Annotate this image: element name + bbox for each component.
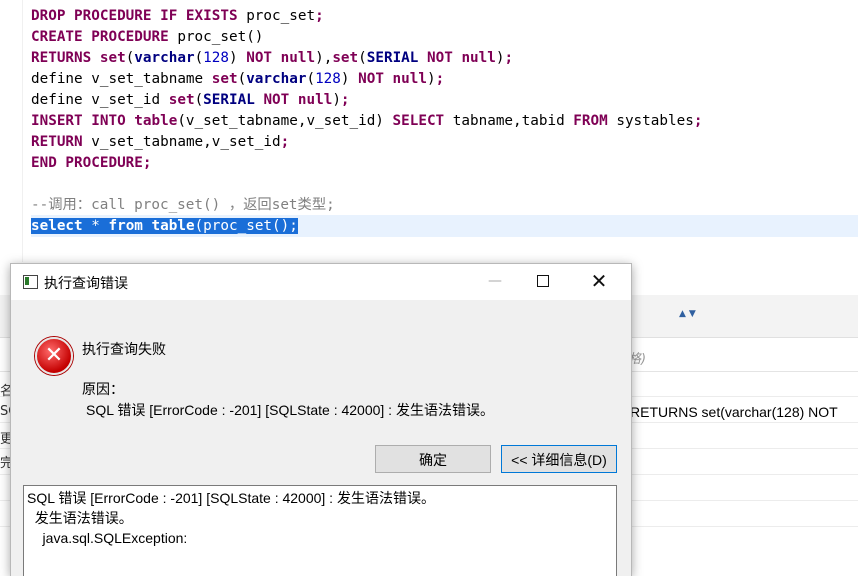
details-toggle-button[interactable]: << 详细信息(D) bbox=[501, 445, 617, 473]
maximize-icon bbox=[537, 275, 549, 287]
ok-button[interactable]: 确定 bbox=[375, 445, 491, 473]
code-token: ; bbox=[142, 155, 152, 171]
code-token: SERIAL bbox=[366, 50, 419, 66]
code-area[interactable]: DROP PROCEDURE IF EXISTS proc_set; CREATE… bbox=[31, 6, 702, 237]
left-fragment: SQ bbox=[0, 404, 10, 419]
code-line[interactable]: RETURNS set(varchar(128) NOT null),set(S… bbox=[31, 48, 702, 69]
code-token: NOT null bbox=[263, 92, 333, 108]
code-token: (proc_set(); bbox=[194, 218, 298, 234]
code-token: ) bbox=[427, 71, 436, 87]
code-line[interactable]: select * from table(proc_set(); bbox=[31, 216, 702, 237]
reason-label: 原因： bbox=[82, 381, 124, 397]
details-line: SQL 错误 [ErrorCode : -201] [SQLState : 42… bbox=[27, 490, 435, 506]
code-token: ) bbox=[340, 71, 359, 87]
code-token: define v_set_tabname bbox=[31, 71, 212, 87]
details-line: java.sql.SQLException: bbox=[27, 530, 188, 546]
code-token: CREATE PROCEDURE bbox=[31, 29, 169, 45]
error-dialog: 执行查询错误 — ✕ ✕ 执行查询失败 原因： SQL 错误 [ErrorCod… bbox=[10, 263, 632, 576]
editor-gutter bbox=[0, 0, 23, 262]
close-icon: ✕ bbox=[590, 269, 608, 293]
code-line[interactable]: define v_set_id set(SERIAL NOT null); bbox=[31, 90, 702, 111]
code-token: define v_set_id bbox=[31, 92, 169, 108]
code-token: ( bbox=[237, 71, 247, 87]
minimize-button[interactable]: — bbox=[471, 264, 519, 300]
maximize-button[interactable] bbox=[519, 264, 567, 300]
code-token: --调用：call proc_set() ，返回set类型; bbox=[31, 197, 335, 213]
code-token: FROM bbox=[573, 113, 608, 129]
code-token: ) bbox=[495, 50, 505, 66]
code-token: v_set_tabname,v_set_id bbox=[82, 134, 281, 150]
code-token: varchar bbox=[246, 71, 307, 87]
code-token: SELECT bbox=[392, 113, 445, 129]
reason-text: SQL 错误 [ErrorCode : -201] [SQLState : 42… bbox=[86, 402, 494, 418]
code-token: 128 bbox=[315, 71, 341, 87]
code-token: proc_set bbox=[237, 8, 316, 24]
code-token: ; bbox=[693, 113, 703, 129]
code-token: ) bbox=[332, 92, 341, 108]
code-token: RETURN bbox=[31, 134, 83, 150]
code-token: tabname,tabid bbox=[444, 113, 574, 129]
code-token: ; bbox=[340, 92, 350, 108]
selected-text[interactable]: select * from table(proc_set(); bbox=[31, 218, 298, 234]
code-token: NOT null bbox=[427, 50, 496, 66]
code-token: ), bbox=[315, 50, 333, 66]
code-line[interactable] bbox=[31, 174, 702, 195]
code-token: END PROCEDURE bbox=[31, 155, 143, 171]
error-details-textarea[interactable]: SQL 错误 [ErrorCode : -201] [SQLState : 42… bbox=[23, 485, 617, 576]
left-fragment: 完 bbox=[0, 456, 10, 471]
code-token: DROP PROCEDURE IF EXISTS bbox=[31, 8, 238, 24]
close-button[interactable]: ✕ bbox=[575, 264, 623, 300]
code-token: INSERT INTO table bbox=[31, 113, 178, 129]
error-heading: 执行查询失败 bbox=[82, 341, 166, 357]
code-token: ; bbox=[435, 71, 445, 87]
left-fragment: 更 bbox=[0, 432, 10, 447]
code-token: ( bbox=[194, 50, 204, 66]
code-token: proc_set() bbox=[168, 29, 264, 45]
code-token: systables bbox=[607, 113, 694, 129]
code-token: varchar bbox=[134, 50, 195, 66]
code-token: NOT null bbox=[246, 50, 316, 66]
sort-arrows-icon[interactable]: ▲▼ bbox=[679, 309, 699, 319]
code-token: ( bbox=[358, 50, 367, 66]
code-token: ) bbox=[229, 50, 247, 66]
left-fragment: 名 bbox=[0, 384, 10, 399]
code-token: 128 bbox=[203, 50, 229, 66]
code-token: ; bbox=[280, 134, 290, 150]
code-token: * bbox=[82, 218, 109, 234]
code-token: from table bbox=[108, 218, 195, 234]
code-line[interactable]: CREATE PROCEDURE proc_set() bbox=[31, 27, 702, 48]
code-token: select bbox=[31, 218, 83, 234]
code-token: set bbox=[332, 50, 359, 66]
code-token: ; bbox=[315, 8, 324, 24]
code-token: RETURNS set bbox=[31, 50, 126, 66]
code-token: NOT null bbox=[358, 71, 427, 87]
code-token: ( bbox=[194, 92, 204, 108]
result-cell-text: RETURNS set(varchar(128) NOT bbox=[630, 404, 838, 420]
code-line[interactable]: DROP PROCEDURE IF EXISTS proc_set; bbox=[31, 6, 702, 27]
code-token: SERIAL bbox=[203, 92, 255, 108]
code-line[interactable]: --调用：call proc_set() ，返回set类型; bbox=[31, 195, 702, 216]
code-token: ( bbox=[306, 71, 316, 87]
dialog-titlebar[interactable]: 执行查询错误 — ✕ bbox=[11, 264, 631, 300]
sql-editor[interactable]: DROP PROCEDURE IF EXISTS proc_set; CREATE… bbox=[0, 0, 858, 262]
app-icon bbox=[23, 275, 38, 289]
code-line[interactable]: define v_set_tabname set(varchar(128) NO… bbox=[31, 69, 702, 90]
details-line: 发生语法错误。 bbox=[27, 510, 133, 526]
code-line[interactable]: RETURN v_set_tabname,v_set_id; bbox=[31, 132, 702, 153]
code-token: set bbox=[211, 71, 238, 87]
code-line[interactable]: INSERT INTO table(v_set_tabname,v_set_id… bbox=[31, 111, 702, 132]
code-token: ( bbox=[125, 50, 135, 66]
code-token: ; bbox=[504, 50, 514, 66]
dialog-title: 执行查询错误 bbox=[44, 276, 128, 292]
code-line[interactable]: END PROCEDURE; bbox=[31, 153, 702, 174]
code-token: set bbox=[168, 92, 195, 108]
error-icon: ✕ bbox=[35, 337, 73, 375]
code-token: (v_set_tabname,v_set_id) bbox=[177, 113, 393, 129]
